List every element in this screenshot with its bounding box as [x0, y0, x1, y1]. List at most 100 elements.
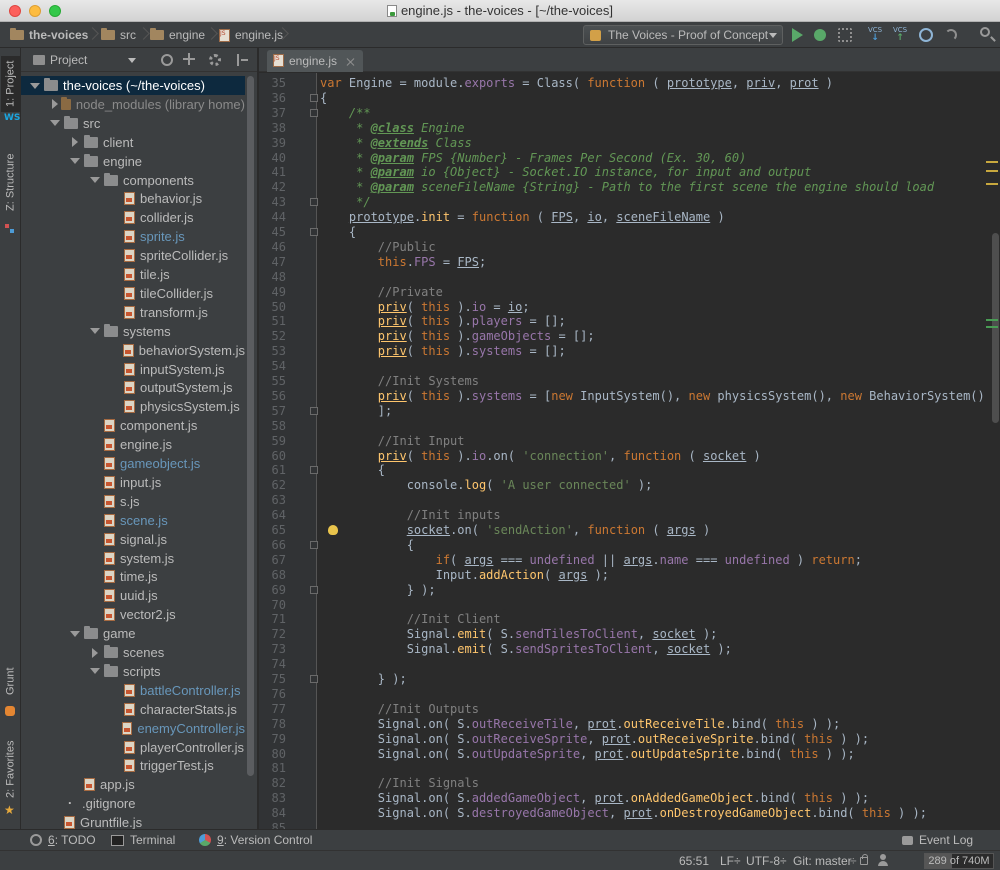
tree-item[interactable]: input.js [21, 473, 245, 492]
tree-item[interactable]: system.js [21, 549, 245, 568]
hide-panel-button[interactable] [233, 52, 249, 68]
encoding-select[interactable]: UTF-8÷ [746, 854, 787, 868]
line-separator-select[interactable]: LF÷ [720, 854, 741, 868]
tree-item[interactable]: component.js [21, 416, 245, 435]
tree-item[interactable]: playerController.js [21, 738, 245, 757]
editor-scrollbar[interactable] [991, 73, 1000, 829]
tree-item[interactable]: uuid.js [21, 586, 245, 605]
code-line[interactable]: * @param io {Object} - Socket.IO instanc… [320, 165, 811, 180]
code-line[interactable]: priv( this ).io.on( 'connection', functi… [320, 449, 761, 464]
inspector-icon[interactable] [878, 854, 888, 867]
code-line[interactable]: //Init Systems [320, 374, 479, 389]
close-icon[interactable] [347, 58, 355, 66]
tree-item[interactable]: behavior.js [21, 189, 245, 208]
lock-icon[interactable] [860, 854, 868, 865]
tree-item[interactable]: scripts [21, 662, 245, 681]
tree-item[interactable]: engine [21, 152, 245, 171]
tab-favorites[interactable]: 2: Favorites [1, 734, 20, 804]
tree-item[interactable]: node_modules (library home) [21, 95, 245, 114]
run-button[interactable] [788, 26, 806, 44]
code-line[interactable]: var Engine = module.exports = Class( fun… [320, 76, 833, 91]
tree-item[interactable]: characterStats.js [21, 700, 245, 719]
tab-grunt[interactable]: Grunt [1, 660, 20, 702]
warning-marker[interactable] [986, 183, 998, 185]
code-line[interactable]: priv( this ).io = io; [320, 300, 530, 315]
expand-closed-icon[interactable] [69, 136, 81, 148]
code-line[interactable]: //Init Input [320, 434, 465, 449]
expand-open-icon[interactable] [69, 155, 81, 167]
collapse-all-button[interactable] [181, 52, 197, 68]
revert-button[interactable] [942, 26, 960, 44]
tab-terminal[interactable]: Terminal [111, 833, 175, 847]
code-line[interactable]: * @class Engine [320, 121, 464, 136]
code-area[interactable]: var Engine = module.exports = Class( fun… [317, 73, 1000, 829]
tree-item[interactable]: vector2.js [21, 605, 245, 624]
tree-item[interactable]: client [21, 133, 245, 152]
breadcrumb-src[interactable]: src [101, 27, 136, 43]
tree-item[interactable]: scene.js [21, 511, 245, 530]
tab-version-control[interactable]: 9: Version Control [199, 833, 312, 847]
expand-open-icon[interactable] [69, 628, 81, 640]
code-line[interactable]: { [320, 463, 385, 478]
code-line[interactable]: prototype.init = function ( FPS, io, sce… [320, 210, 725, 225]
git-branch-select[interactable]: Git: master [793, 854, 852, 868]
expand-open-icon[interactable] [29, 80, 41, 92]
breadcrumb-project[interactable]: the-voices [10, 27, 88, 43]
tree-item[interactable]: tile.js [21, 265, 245, 284]
tree-item[interactable]: signal.js [21, 530, 245, 549]
tree-item[interactable]: tileCollider.js [21, 284, 245, 303]
code-line[interactable]: ]; [320, 404, 392, 419]
expand-open-icon[interactable] [89, 174, 101, 186]
search-everywhere-button[interactable] [978, 26, 996, 44]
change-marker[interactable] [986, 319, 998, 321]
expand-open-icon[interactable] [89, 325, 101, 337]
run-configuration-select[interactable]: The Voices - Proof of Concept [583, 25, 783, 45]
code-line[interactable]: //Init Signals [320, 776, 479, 791]
warning-marker[interactable] [986, 170, 998, 172]
tree-item[interactable]: spriteCollider.js [21, 246, 245, 265]
change-marker[interactable] [986, 326, 998, 328]
vcs-update-button[interactable]: VCS ↓ [866, 26, 884, 44]
project-scrollbar[interactable] [247, 76, 255, 826]
history-button[interactable] [917, 26, 935, 44]
warning-marker[interactable] [986, 161, 998, 163]
expand-closed-icon[interactable] [49, 98, 58, 110]
code-line[interactable]: priv( this ).gameObjects = []; [320, 329, 595, 344]
code-line[interactable]: priv( this ).systems = [new InputSystem(… [320, 389, 985, 404]
code-line[interactable]: if( args === undefined || args.name === … [320, 553, 862, 568]
scroll-from-source-button[interactable] [159, 52, 175, 68]
tree-item[interactable]: inputSystem.js [21, 360, 245, 379]
code-line[interactable]: Signal.on( S.outUpdateSprite, prot.outUp… [320, 747, 855, 762]
code-line[interactable]: * @param FPS {Number} - Frames Per Secon… [320, 151, 746, 166]
tree-item[interactable]: collider.js [21, 208, 245, 227]
code-line[interactable]: { [320, 91, 327, 106]
code-line[interactable]: * @param sceneFileName {String} - Path t… [320, 180, 934, 195]
code-line[interactable]: this.FPS = FPS; [320, 255, 486, 270]
debug-button[interactable] [811, 26, 829, 44]
tab-project[interactable]: 1: Project [1, 56, 20, 112]
tree-item[interactable]: the-voices (~/the-voices) [21, 76, 245, 95]
code-line[interactable]: //Public [320, 240, 436, 255]
code-line[interactable]: Signal.on( S.outReceiveSprite, prot.outR… [320, 732, 869, 747]
tree-item[interactable]: src [21, 114, 245, 133]
tree-item[interactable]: transform.js [21, 303, 245, 322]
code-line[interactable]: Signal.on( S.outReceiveTile, prot.outRec… [320, 717, 840, 732]
code-line[interactable]: Signal.on( S.destroyedGameObject, prot.o… [320, 806, 927, 821]
code-line[interactable]: } ); [320, 672, 407, 687]
code-line[interactable]: /** [320, 106, 371, 121]
tree-item[interactable]: systems [21, 322, 245, 341]
tree-item[interactable]: outputSystem.js [21, 378, 245, 397]
scrollbar-thumb[interactable] [247, 76, 254, 776]
tree-item[interactable]: components [21, 171, 245, 190]
code-line[interactable]: */ [320, 195, 370, 210]
code-line[interactable]: { [320, 225, 356, 240]
tree-item[interactable]: scenes [21, 643, 245, 662]
tree-item[interactable]: battleController.js [21, 681, 245, 700]
code-line[interactable]: Signal.emit( S.sendSpritesToClient, sock… [320, 642, 732, 657]
code-line[interactable]: priv( this ).systems = []; [320, 344, 566, 359]
coverage-button[interactable] [836, 26, 854, 44]
code-line[interactable]: * @extends Class [320, 136, 472, 151]
tree-item[interactable]: time.js [21, 567, 245, 586]
code-line[interactable]: //Private [320, 285, 443, 300]
code-line[interactable]: priv( this ).players = []; [320, 314, 566, 329]
